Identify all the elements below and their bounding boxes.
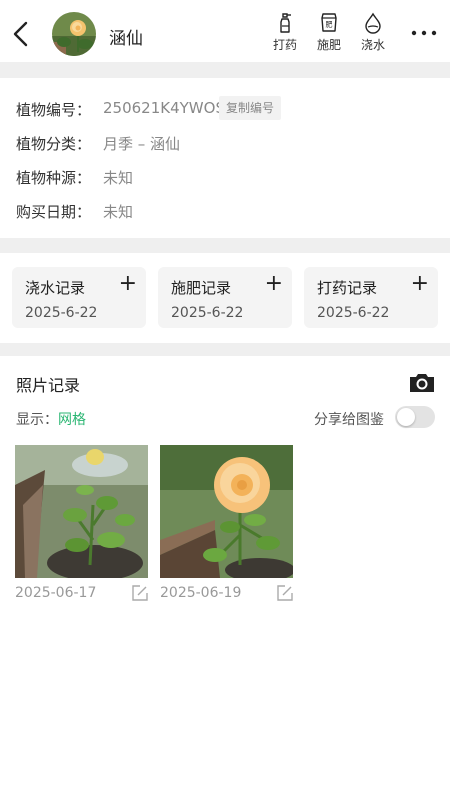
copy-id-button[interactable]: 复制编号 <box>219 96 282 120</box>
fertilizer-bag-icon: 肥 <box>321 13 337 32</box>
add-fertilizing-icon[interactable]: + <box>265 273 283 295</box>
display-mode-value[interactable]: 网格 <box>58 412 86 428</box>
spray-button[interactable]: 打药 <box>267 12 303 56</box>
record-date: 2025-6-22 <box>317 305 390 321</box>
record-label: 打药记录 <box>317 279 378 297</box>
section-divider <box>0 238 450 253</box>
add-watering-icon[interactable]: + <box>119 273 137 295</box>
info-key: 植物编号： <box>16 101 92 119</box>
purchase-date-value: 未知 <box>103 203 134 221</box>
top-bar: 涵仙 打药 肥 施肥 浇水 <box>0 0 450 62</box>
water-button[interactable]: 浇水 <box>355 12 391 56</box>
source-value: 未知 <box>103 169 134 187</box>
photo-records-section: 照片记录 显示：网格 分享给图鉴 2025-06-17 2025-06-19 <box>0 356 450 800</box>
water-drop-icon <box>365 12 381 34</box>
page-title: 涵仙 <box>109 29 143 49</box>
photo-thumbnail[interactable] <box>15 445 148 578</box>
display-label: 显示： <box>16 412 58 428</box>
watering-record-card[interactable]: 浇水记录 + 2025-6-22 <box>12 267 146 328</box>
fertilize-button[interactable]: 肥 施肥 <box>311 12 347 56</box>
section-divider <box>0 343 450 356</box>
fertilize-label: 施肥 <box>316 38 341 52</box>
photo-records-title: 照片记录 <box>16 376 81 395</box>
section-divider <box>0 62 450 78</box>
info-key: 植物种源： <box>16 169 92 187</box>
water-label: 浇水 <box>360 38 385 52</box>
svg-text:肥: 肥 <box>326 21 333 29</box>
add-spraying-icon[interactable]: + <box>411 273 429 295</box>
share-label: 分享给图鉴 <box>314 412 384 428</box>
photo-thumbnail[interactable] <box>160 445 293 578</box>
plant-avatar[interactable] <box>52 12 96 56</box>
care-records-section: 浇水记录 + 2025-6-22 施肥记录 + 2025-6-22 打药记录 +… <box>0 253 450 343</box>
spray-label: 打药 <box>272 38 297 52</box>
plant-info-section: 植物编号： 250621K4YWOS 复制编号 植物分类： 月季 – 涵仙 植物… <box>0 78 450 238</box>
record-date: 2025-6-22 <box>25 305 98 321</box>
plant-id-value: 250621K4YWOS <box>103 99 225 117</box>
info-key: 植物分类： <box>16 135 92 153</box>
info-key: 购买日期： <box>16 203 92 221</box>
share-toggle[interactable] <box>395 406 435 428</box>
record-date: 2025-6-22 <box>171 305 244 321</box>
fertilizing-record-card[interactable]: 施肥记录 + 2025-6-22 <box>158 267 292 328</box>
spray-bottle-icon <box>280 13 291 33</box>
display-mode[interactable]: 显示：网格 <box>16 409 86 429</box>
spraying-record-card[interactable]: 打药记录 + 2025-6-22 <box>304 267 438 328</box>
photo-date: 2025-06-19 <box>160 585 242 601</box>
back-arrow-icon[interactable] <box>10 20 34 48</box>
category-value: 月季 – 涵仙 <box>103 135 181 153</box>
camera-icon[interactable] <box>408 370 436 394</box>
edit-icon[interactable] <box>131 584 149 602</box>
toggle-knob <box>397 408 415 426</box>
record-label: 施肥记录 <box>171 279 232 297</box>
record-label: 浇水记录 <box>25 279 86 297</box>
more-options-icon[interactable] <box>410 26 438 40</box>
photo-date: 2025-06-17 <box>15 585 97 601</box>
edit-icon[interactable] <box>276 584 294 602</box>
